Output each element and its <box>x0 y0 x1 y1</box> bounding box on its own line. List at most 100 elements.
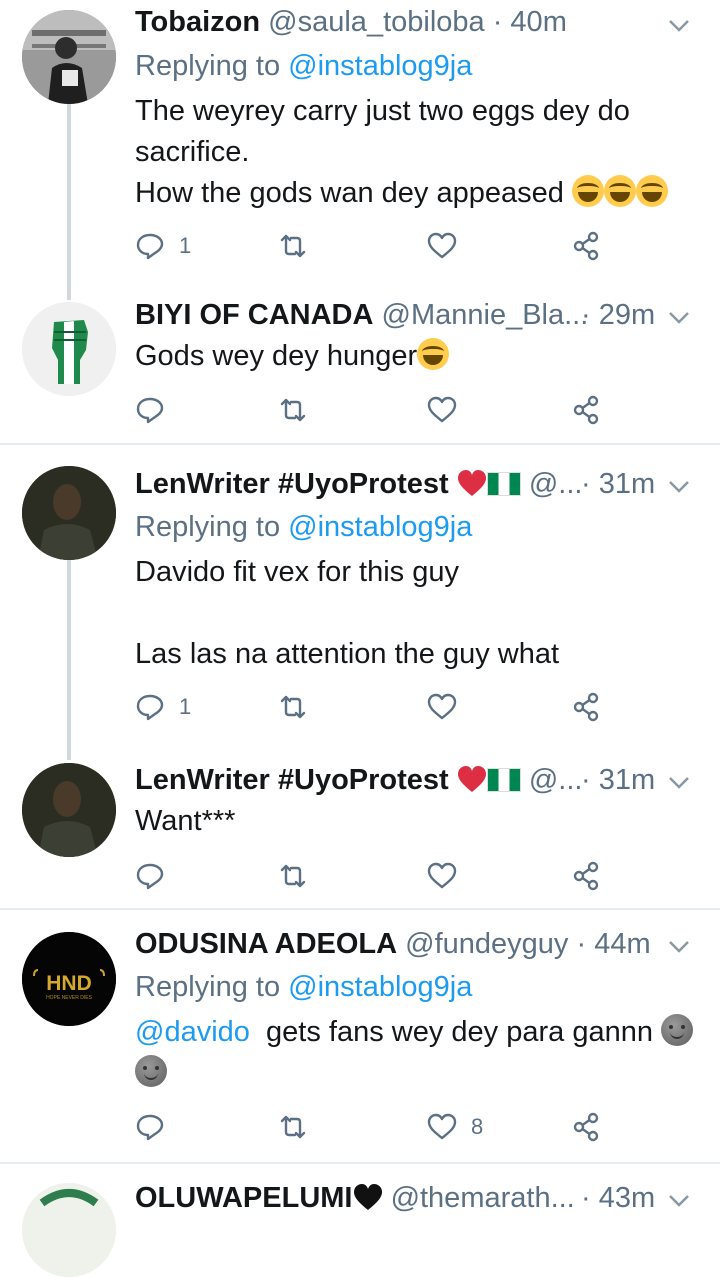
replying-to: Replying to @instablog9ja <box>135 509 472 545</box>
hnd-logo-icon: HND HOPE NEVER DIES <box>22 932 116 1026</box>
heart-icon <box>427 862 457 889</box>
display-name[interactable]: LenWriter #UyoProtest <box>135 764 449 796</box>
mention-link[interactable]: @davido <box>135 1016 250 1048</box>
reply-button[interactable]: 1 <box>135 687 191 727</box>
divider <box>0 908 720 910</box>
heart-icon <box>427 1113 457 1140</box>
replying-to: Replying to @instablog9ja <box>135 48 472 84</box>
tweet-text-line: Want*** <box>135 805 236 837</box>
divider <box>0 443 720 445</box>
display-name[interactable]: BIYI OF CANADA <box>135 299 373 331</box>
avatar[interactable] <box>22 763 116 857</box>
user-handle[interactable]: @... <box>529 764 583 796</box>
tweet-text-line: Davido fit vex for this guy <box>135 556 459 588</box>
replying-prefix: Replying to <box>135 50 281 82</box>
tweet-header: ODUSINA ADEOLA @fundeyguy · 44m <box>135 926 651 962</box>
timestamp[interactable]: · 40m <box>493 6 567 38</box>
display-name[interactable]: Tobaizon <box>135 6 260 38</box>
share-button[interactable] <box>571 687 601 727</box>
display-name[interactable]: OLUWAPELUMI <box>135 1182 353 1214</box>
like-button[interactable] <box>427 390 457 430</box>
reply-icon <box>136 863 164 890</box>
chevron-down-icon[interactable] <box>666 769 692 795</box>
tweet-text-line: sacrifice. <box>135 136 250 168</box>
moon-face-emoji-icon <box>661 1014 694 1046</box>
tweet-header: OLUWAPELUMI @themarath... <box>135 1180 575 1216</box>
chevron-down-icon[interactable] <box>666 1187 692 1213</box>
timestamp[interactable]: · 31m <box>581 762 655 798</box>
replying-to-handle[interactable]: @instablog9ja <box>288 511 472 543</box>
user-handle[interactable]: @saula_tobiloba <box>268 6 484 38</box>
avatar-photo-icon <box>22 10 116 104</box>
chevron-down-icon[interactable] <box>666 304 692 330</box>
avatar[interactable]: HND HOPE NEVER DIES <box>22 932 116 1026</box>
like-button[interactable] <box>427 856 457 896</box>
share-button[interactable] <box>571 856 601 896</box>
laughing-emoji-icon <box>571 175 604 207</box>
reply-icon <box>136 233 164 260</box>
timestamp[interactable]: · 43m <box>581 1180 655 1216</box>
thread-line <box>67 104 71 300</box>
timestamp[interactable]: · 31m <box>581 466 655 502</box>
heart-icon <box>427 693 457 720</box>
reply-count: 1 <box>179 233 192 258</box>
user-handle[interactable]: @Mannie_Bla... <box>382 299 589 331</box>
reply-count: 1 <box>179 694 192 719</box>
display-name[interactable]: LenWriter #UyoProtest <box>135 468 449 500</box>
replying-to-handle[interactable]: @instablog9ja <box>288 971 472 1003</box>
chevron-down-icon[interactable] <box>666 12 692 38</box>
reply-button[interactable] <box>135 1107 165 1147</box>
retweet-button[interactable] <box>278 390 308 430</box>
retweet-icon <box>280 695 306 719</box>
retweet-button[interactable] <box>278 687 308 727</box>
chevron-down-icon[interactable] <box>666 933 692 959</box>
display-name[interactable]: ODUSINA ADEOLA <box>135 928 397 960</box>
share-button[interactable] <box>571 390 601 430</box>
svg-text:HOPE NEVER DIES: HOPE NEVER DIES <box>46 995 93 1001</box>
replying-to-handle[interactable]: @instablog9ja <box>288 50 472 82</box>
retweet-button[interactable] <box>278 226 308 266</box>
tweet-actions: 1 <box>135 687 605 727</box>
tweet-text: @davido gets fans wey dey para gannn <box>135 1012 705 1094</box>
like-count: 8 <box>471 1114 484 1139</box>
reply-icon <box>136 694 164 721</box>
like-button[interactable] <box>427 687 457 727</box>
retweet-icon <box>280 1115 306 1139</box>
replying-prefix: Replying to <box>135 971 281 1003</box>
tweet-text-line: @davido gets fans wey dey para gannn <box>135 1012 705 1053</box>
share-icon <box>573 395 599 425</box>
tweet-actions: 8 <box>135 1107 605 1147</box>
share-icon <box>573 692 599 722</box>
reply-button[interactable] <box>135 856 165 896</box>
retweet-button[interactable] <box>278 856 308 896</box>
avatar[interactable] <box>22 10 116 104</box>
user-handle[interactable]: @fundeyguy <box>405 928 568 960</box>
chevron-down-icon[interactable] <box>666 473 692 499</box>
tweet-text: Davido fit vex for this guy Las las na a… <box>135 552 559 675</box>
reply-button[interactable]: 1 <box>135 226 191 266</box>
like-button[interactable]: 8 <box>427 1107 483 1147</box>
retweet-button[interactable] <box>278 1107 308 1147</box>
heart-icon <box>427 396 457 423</box>
nigeria-flag-icon <box>486 768 521 792</box>
like-button[interactable] <box>427 226 471 266</box>
avatar[interactable] <box>22 466 116 560</box>
thread-line <box>67 560 71 760</box>
share-button[interactable] <box>571 226 601 266</box>
laughing-emoji-icon <box>603 175 636 207</box>
timestamp[interactable]: · 44m <box>576 928 650 960</box>
heart-icon <box>427 232 457 259</box>
raised-fist-icon <box>22 302 116 396</box>
reply-button[interactable] <box>135 390 165 430</box>
tweet-text-line: Las las na attention the guy what <box>135 638 560 670</box>
timestamp[interactable]: · 29m <box>581 297 655 333</box>
svg-text:HND: HND <box>46 972 92 995</box>
tweet-text-line: Gods wey dey hunger <box>135 336 450 377</box>
avatar[interactable] <box>22 302 116 396</box>
tweet-header: BIYI OF CANADA @Mannie_Bla... <box>135 297 588 333</box>
user-handle[interactable]: @... <box>529 468 583 500</box>
avatar[interactable] <box>22 1183 116 1277</box>
share-button[interactable] <box>571 1107 601 1147</box>
user-handle[interactable]: @themarath... <box>391 1182 575 1214</box>
tweet-text-line <box>135 1053 705 1094</box>
